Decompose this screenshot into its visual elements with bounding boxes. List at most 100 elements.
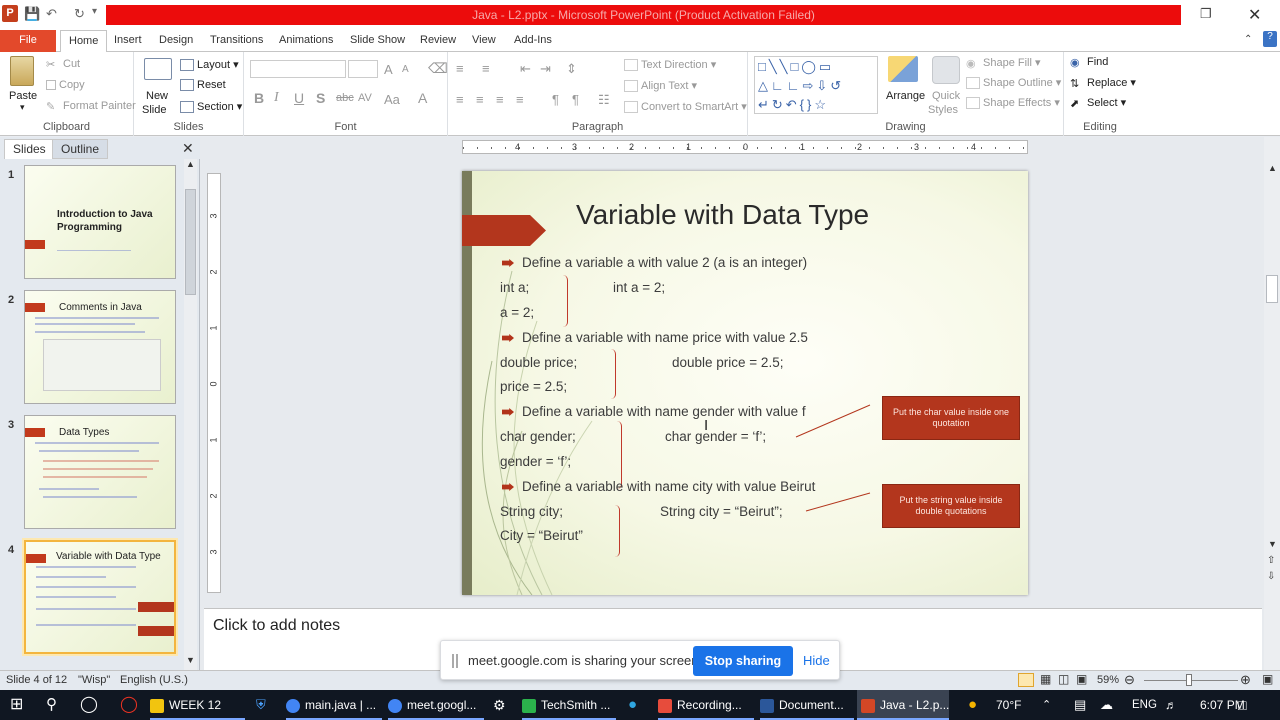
shapes-gallery[interactable]: □╲╲□◯▭ △∟∟⇨⇩↺ ↵↻↶{}☆ — [754, 56, 878, 114]
text-ltr-icon[interactable]: ¶ — [572, 92, 579, 107]
new-slide-label-1[interactable]: New — [146, 90, 168, 102]
replace-button[interactable]: ⇅ Replace ▾ — [1070, 76, 1136, 90]
minimize-ribbon-icon[interactable]: ⌃ — [1244, 34, 1252, 45]
tab-insert[interactable]: Insert — [106, 30, 150, 52]
powerpoint-logo-icon[interactable]: P — [2, 5, 18, 22]
cloud-icon[interactable]: ☁ — [1100, 690, 1113, 720]
numbering-icon[interactable]: ≡ — [482, 61, 490, 76]
tab-view[interactable]: View — [464, 30, 504, 52]
edge-icon[interactable]: ● — [628, 690, 637, 720]
slide-sorter-icon[interactable]: ▦ — [1040, 672, 1051, 686]
change-case-button[interactable]: Aa — [384, 92, 400, 107]
find-button[interactable]: ◉ Find — [1070, 56, 1108, 69]
shrink-font-button[interactable]: A — [402, 64, 409, 75]
tab-file[interactable]: File — [0, 30, 56, 52]
grow-font-button[interactable]: A — [384, 62, 393, 77]
taskbar-item-recording[interactable]: Recording... — [658, 690, 754, 720]
zoom-level[interactable]: 59% — [1097, 674, 1119, 686]
select-button[interactable]: ⬈ Select ▾ — [1070, 96, 1126, 110]
scroll-up-icon[interactable]: ▲ — [186, 159, 195, 169]
security-shield-icon[interactable]: ⛨ — [256, 690, 266, 720]
previous-slide-icon[interactable]: ⇧ — [1267, 555, 1275, 566]
callout-char-quotation[interactable]: Put the char value inside one quotation — [882, 396, 1020, 440]
justify-icon[interactable]: ≡ — [516, 92, 524, 107]
speaker-icon[interactable]: ♬ — [1165, 690, 1177, 720]
bold-button[interactable]: B — [254, 90, 264, 106]
redo-icon[interactable]: ↻ — [74, 6, 85, 22]
scroll-up-icon[interactable]: ▲ — [1268, 163, 1277, 173]
align-left-icon[interactable]: ≡ — [456, 92, 464, 107]
fit-slide-icon[interactable]: ▣ — [1262, 672, 1273, 686]
tab-design[interactable]: Design — [151, 30, 201, 52]
restore-window-icon[interactable]: ❐ — [1200, 6, 1212, 22]
zoom-slider-knob[interactable] — [1186, 674, 1193, 686]
thumbnails-scrollbar[interactable]: ▲ ▼ — [184, 159, 197, 670]
tab-home[interactable]: Home — [60, 30, 108, 53]
decrease-indent-icon[interactable]: ⇤ — [520, 61, 531, 77]
quick-styles-label-1[interactable]: Quick — [932, 90, 960, 102]
columns-icon[interactable]: ☷ — [598, 92, 610, 108]
scroll-thumb[interactable] — [1266, 275, 1278, 303]
taskbar-item-techsmith[interactable]: TechSmith ... — [522, 690, 616, 720]
normal-view-icon[interactable] — [1018, 673, 1034, 687]
windows-start-icon[interactable]: ⊞ — [10, 690, 23, 720]
customize-quick-access-icon[interactable]: ▾ — [92, 6, 97, 17]
new-slide-icon[interactable] — [144, 58, 172, 80]
format-painter-button[interactable]: ✎ Format Painter — [46, 100, 136, 113]
slide-canvas[interactable]: Variable with Data Type Define a variabl… — [462, 171, 1028, 595]
new-slide-label-2[interactable]: Slide — [142, 104, 166, 116]
align-center-icon[interactable]: ≡ — [476, 92, 484, 107]
arrange-icon[interactable] — [888, 56, 918, 82]
reset-button[interactable]: Reset — [180, 79, 226, 92]
hide-share-bar-link[interactable]: Hide — [803, 653, 830, 668]
shape-effects-button[interactable]: Shape Effects ▾ — [966, 96, 1060, 110]
strikethrough-button[interactable]: abc — [336, 92, 354, 104]
slide-thumbnail-2[interactable]: Comments in Java — [24, 290, 176, 404]
quick-styles-icon[interactable] — [932, 56, 960, 84]
notes-placeholder[interactable]: Click to add notes — [213, 617, 340, 635]
font-color-button[interactable]: A — [418, 90, 427, 106]
shadow-button[interactable]: S — [316, 90, 325, 106]
bullets-icon[interactable]: ≡ — [456, 61, 464, 76]
notification-icon[interactable]: □ — [1238, 690, 1246, 720]
italic-button[interactable]: I — [274, 90, 279, 106]
line-spacing-icon[interactable]: ⇕ — [566, 61, 577, 77]
save-icon[interactable]: 💾 — [24, 6, 40, 22]
taskbar-item-week12[interactable]: WEEK 12 — [150, 690, 245, 720]
copy-button[interactable]: Copy — [46, 79, 85, 91]
network-icon[interactable]: ▤ — [1074, 690, 1086, 720]
paste-icon[interactable] — [10, 56, 34, 86]
stop-sharing-button[interactable]: Stop sharing — [693, 646, 793, 676]
taskbar-item-document[interactable]: Document... — [760, 690, 854, 720]
close-window-icon[interactable]: ✕ — [1248, 5, 1261, 25]
tray-overflow-icon[interactable]: ⌃ — [1042, 690, 1051, 720]
text-rtl-icon[interactable]: ¶ — [552, 92, 559, 107]
scroll-down-icon[interactable]: ▼ — [186, 655, 195, 665]
slide-thumbnail-1[interactable]: Introduction to Java Programming — [24, 165, 176, 279]
undo-icon[interactable]: ↶ — [46, 6, 57, 22]
zoom-in-icon[interactable]: ⊕ — [1240, 672, 1251, 688]
settings-gear-icon[interactable]: ⚙ — [493, 690, 506, 720]
layout-button[interactable]: Layout ▾ — [180, 58, 239, 72]
reading-view-icon[interactable]: ◫ — [1058, 672, 1069, 686]
shape-outline-button[interactable]: Shape Outline ▾ — [966, 76, 1061, 90]
quick-styles-label-2[interactable]: Styles — [928, 104, 958, 116]
task-view-icon[interactable]: ◯ — [80, 690, 98, 720]
next-slide-icon[interactable]: ⇩ — [1267, 571, 1275, 582]
align-right-icon[interactable]: ≡ — [496, 92, 504, 107]
callout-string-quotations[interactable]: Put the string value inside double quota… — [882, 484, 1020, 528]
input-language[interactable]: ENG — [1132, 690, 1157, 720]
character-spacing-button[interactable]: AV — [358, 92, 372, 104]
shape-fill-button[interactable]: ◉ Shape Fill ▾ — [966, 56, 1041, 70]
convert-smartart-button[interactable]: Convert to SmartArt ▾ — [624, 100, 747, 114]
text-direction-button[interactable]: Text Direction ▾ — [624, 58, 716, 72]
taskbar-item-meet[interactable]: meet.googl... — [388, 690, 484, 720]
tab-outline[interactable]: Outline — [52, 139, 109, 159]
slide-thumbnail-3[interactable]: Data Types — [24, 415, 176, 529]
help-icon[interactable]: ? — [1263, 31, 1277, 47]
slide-scrollbar[interactable]: ▲ ▼ ⇧ ⇩ — [1264, 137, 1280, 670]
slide-thumbnail-4[interactable]: Variable with Data Type — [24, 540, 176, 654]
opera-icon[interactable]: ◯ — [120, 690, 138, 720]
language-indicator[interactable]: English (U.S.) — [120, 674, 188, 686]
section-button[interactable]: Section ▾ — [180, 100, 242, 114]
